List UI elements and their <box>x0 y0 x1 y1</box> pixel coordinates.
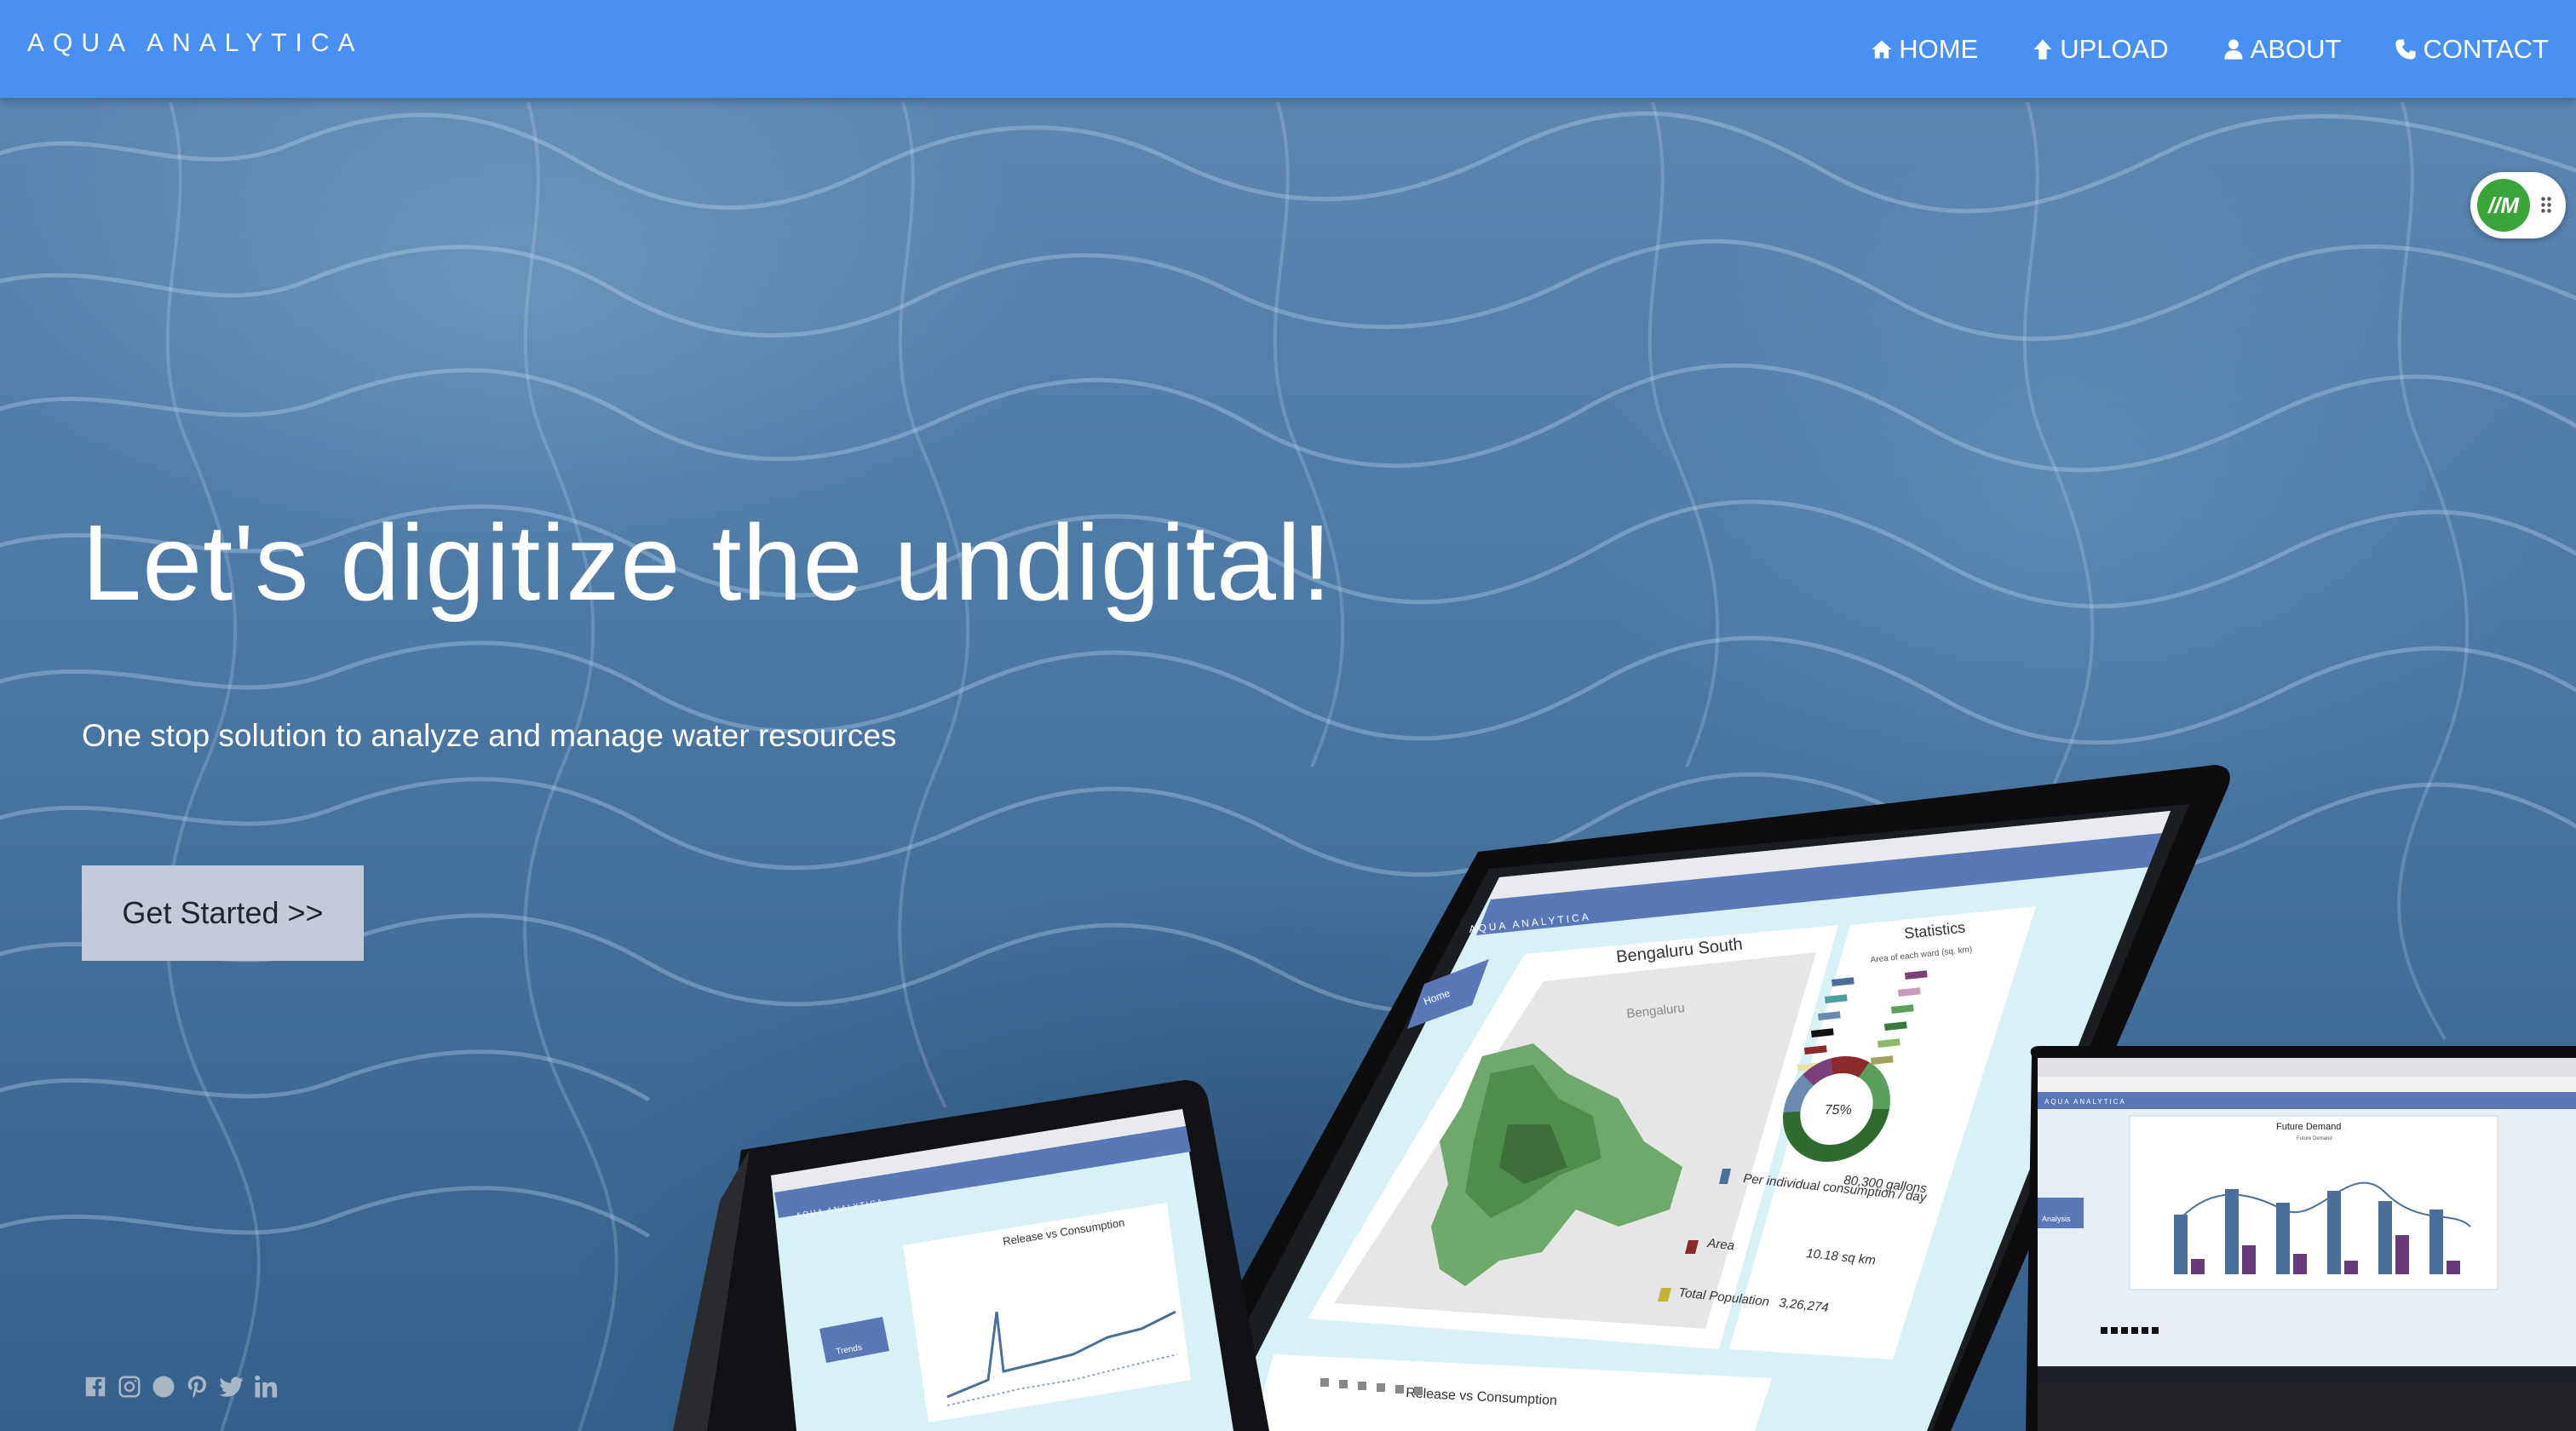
navbar: AQUA ANALYTICA HOME UPLOAD ABOUT CONTACT <box>0 0 2576 98</box>
upload-arrow-icon <box>2033 38 2052 60</box>
linkedin-icon <box>255 1375 278 1398</box>
social-links <box>82 1373 279 1400</box>
nav-home-label: HOME <box>1899 33 1979 64</box>
snapchat-link[interactable] <box>150 1373 177 1400</box>
nav-menu: HOME UPLOAD ABOUT CONTACT <box>1870 0 2549 98</box>
twitter-icon <box>219 1376 244 1397</box>
nav-home[interactable]: HOME <box>1870 34 1978 65</box>
brand-logo[interactable]: AQUA ANALYTICA <box>27 29 364 58</box>
facebook-icon <box>85 1376 106 1397</box>
snapchat-icon <box>152 1376 175 1398</box>
instagram-icon <box>118 1376 141 1398</box>
home-icon <box>1872 40 1892 58</box>
hero-subtitle: One stop solution to analyze and manage … <box>82 718 897 753</box>
facebook-link[interactable] <box>82 1373 109 1400</box>
widget-logo[interactable]: //M <box>2477 179 2530 232</box>
twitter-link[interactable] <box>218 1373 245 1400</box>
water-caustics <box>0 101 2576 1431</box>
user-icon <box>2224 38 2243 60</box>
hero-title: Let's digitize the undigital! <box>82 503 1332 623</box>
phone-icon <box>2395 38 2417 60</box>
hero-background <box>0 0 2576 1431</box>
floating-assistant-widget[interactable]: //M <box>2470 172 2566 238</box>
get-started-button[interactable]: Get Started >> <box>82 865 364 961</box>
nav-upload[interactable]: UPLOAD <box>2031 33 2169 65</box>
nav-contact[interactable]: CONTACT <box>2394 34 2549 65</box>
instagram-link[interactable] <box>116 1373 143 1400</box>
pinterest-icon <box>187 1376 206 1398</box>
nav-about[interactable]: ABOUT <box>2222 33 2342 65</box>
drag-handle-icon[interactable] <box>2540 196 2552 215</box>
nav-about-label: ABOUT <box>2250 33 2342 64</box>
nav-contact-label: CONTACT <box>2423 33 2549 64</box>
pinterest-link[interactable] <box>184 1373 211 1400</box>
nav-upload-label: UPLOAD <box>2060 33 2169 64</box>
linkedin-link[interactable] <box>252 1373 279 1400</box>
